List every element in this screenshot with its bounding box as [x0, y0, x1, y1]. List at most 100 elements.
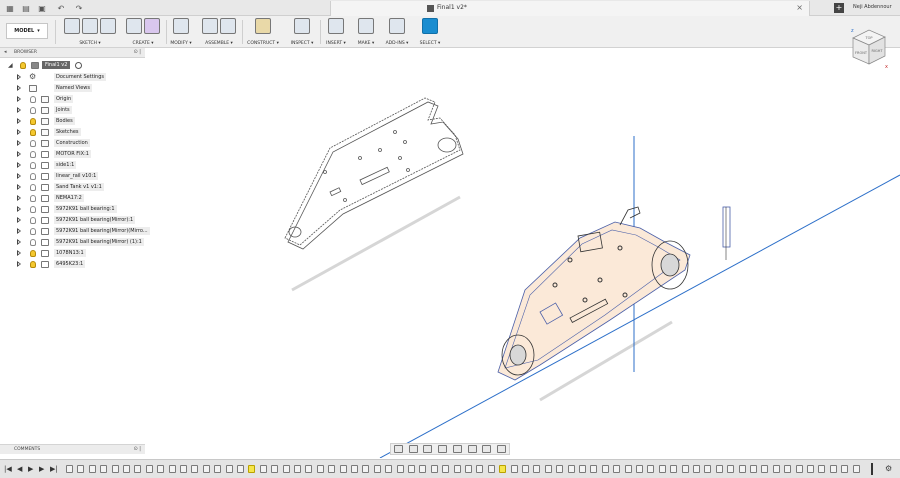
tree-row-bearing-mirror[interactable]: 5972K91 ball bearing(Mirror):1: [0, 215, 145, 226]
timeline-feature-icon[interactable]: [533, 465, 541, 473]
browser-header[interactable]: ◂ BROWSER ⊙ |: [0, 48, 145, 58]
timeline-feature-icon[interactable]: [66, 465, 73, 473]
timeline-feature-icon[interactable]: [282, 465, 290, 473]
expand-arrow-icon[interactable]: [17, 228, 21, 234]
timeline-feature-icon[interactable]: [77, 465, 85, 473]
timeline-feature-icon[interactable]: [499, 465, 507, 473]
visibility-bulb-icon[interactable]: [30, 173, 36, 180]
timeline-feature-icon[interactable]: [351, 465, 358, 473]
tree-row-bodies[interactable]: Bodies: [0, 116, 145, 127]
timeline-last-button[interactable]: ▶|: [50, 465, 58, 473]
timeline-feature-icon[interactable]: [772, 465, 780, 473]
tree-row-origin[interactable]: Origin: [0, 94, 145, 105]
expand-arrow-icon[interactable]: [17, 217, 21, 223]
timeline-feature-icon[interactable]: [168, 465, 176, 473]
timeline-feature-icon[interactable]: [237, 465, 244, 473]
form-icon[interactable]: [144, 18, 160, 34]
side-plate-wireframe[interactable]: [284, 97, 464, 250]
joint-icon[interactable]: [220, 18, 236, 34]
make-menu-label[interactable]: MAKE ▾: [352, 41, 380, 46]
expand-arrow-icon[interactable]: [17, 96, 21, 102]
timeline-feature-icon[interactable]: [784, 465, 792, 473]
timeline-feature-icon[interactable]: [339, 465, 347, 473]
timeline-feature-icon[interactable]: [829, 465, 837, 473]
user-name[interactable]: Neji Abdennour: [853, 4, 892, 10]
viewcube-right-label[interactable]: RIGHT: [872, 49, 884, 53]
expanded-arrow-icon[interactable]: ◢: [8, 62, 13, 69]
comments-options-icon[interactable]: ⊙ |: [134, 446, 141, 452]
view-cube[interactable]: TOP FRONT RIGHT z x: [843, 24, 893, 74]
visibility-bulb-icon[interactable]: [30, 261, 36, 268]
timeline-feature-icon[interactable]: [761, 465, 769, 473]
timeline-feature-icon[interactable]: [727, 465, 735, 473]
timeline-feature-icon[interactable]: [647, 465, 655, 473]
timeline-feature-icon[interactable]: [373, 465, 381, 473]
expand-arrow-icon[interactable]: [17, 184, 21, 190]
expand-arrow-icon[interactable]: [17, 129, 21, 135]
carriage-assembly[interactable]: [497, 206, 731, 381]
timeline-feature-icon[interactable]: [465, 465, 472, 473]
orbit-icon[interactable]: [393, 445, 403, 453]
timeline-feature-icon[interactable]: [807, 465, 814, 473]
visibility-bulb-icon[interactable]: [30, 96, 36, 103]
timeline-feature-icon[interactable]: [476, 465, 484, 473]
expand-arrow-icon[interactable]: [17, 107, 21, 113]
look-at-icon[interactable]: [408, 445, 418, 453]
timeline-feature-icon[interactable]: [362, 465, 370, 473]
3d-print-icon[interactable]: [358, 18, 374, 34]
visibility-bulb-icon[interactable]: [30, 107, 36, 114]
scripts-icon[interactable]: [389, 18, 405, 34]
timeline-feature-icon[interactable]: [556, 465, 564, 473]
extrude-icon[interactable]: [126, 18, 142, 34]
create-sketch-icon[interactable]: [64, 18, 80, 34]
arc-icon[interactable]: [82, 18, 98, 34]
save-icon[interactable]: ▣: [36, 3, 48, 13]
viewcube-front-label[interactable]: FRONT: [855, 51, 868, 55]
expand-arrow-icon[interactable]: [17, 118, 21, 124]
select-menu-label[interactable]: SELECT ▾: [416, 41, 444, 46]
timeline-feature-icon[interactable]: [522, 465, 529, 473]
timeline-feature-icon[interactable]: [601, 465, 609, 473]
visibility-bulb-icon[interactable]: [30, 195, 36, 202]
modify-group[interactable]: MODIFY ▾: [168, 18, 194, 46]
tree-row-joints[interactable]: Joints: [0, 105, 145, 116]
visibility-bulb-icon[interactable]: [30, 217, 36, 224]
timeline-feature-icon[interactable]: [442, 465, 450, 473]
timeline-feature-icon[interactable]: [259, 465, 267, 473]
timeline-feature-icon[interactable]: [430, 465, 438, 473]
visibility-bulb-icon[interactable]: [30, 228, 36, 235]
expand-arrow-icon[interactable]: [17, 85, 21, 91]
create-menu-label[interactable]: CREATE ▾: [122, 41, 164, 46]
insert-group[interactable]: INSERT ▾: [322, 18, 350, 46]
viewports-icon[interactable]: [497, 445, 507, 453]
measure-icon[interactable]: [294, 18, 310, 34]
timeline-feature-icon[interactable]: [818, 465, 826, 473]
modify-menu-label[interactable]: MODIFY ▾: [168, 41, 194, 46]
expand-arrow-icon[interactable]: [17, 140, 21, 146]
tree-row-named-views[interactable]: Named Views: [0, 83, 145, 94]
timeline-feature-icon[interactable]: [624, 465, 632, 473]
inspect-group[interactable]: INSPECT ▾: [286, 18, 318, 46]
timeline-feature-icon[interactable]: [487, 465, 495, 473]
timeline-feature-icon[interactable]: [453, 465, 461, 473]
tree-row-motor-fix[interactable]: MOTOR FIX:1: [0, 149, 145, 160]
visibility-bulb-icon[interactable]: [30, 250, 36, 257]
timeline-feature-icon[interactable]: [328, 465, 336, 473]
visibility-bulb-icon[interactable]: [30, 151, 36, 158]
sketch-menu-label[interactable]: SKETCH ▾: [60, 41, 120, 46]
expand-arrow-icon[interactable]: [17, 173, 21, 179]
timeline-feature-icon[interactable]: [271, 465, 279, 473]
insert-menu-label[interactable]: INSERT ▾: [322, 41, 350, 46]
timeline-feature-icon[interactable]: [157, 465, 165, 473]
new-tab-button[interactable]: +: [834, 3, 844, 13]
tree-row-1078n13[interactable]: 1078N13:1: [0, 248, 145, 259]
timeline-feature-icon[interactable]: [715, 465, 723, 473]
timeline-feature-icon[interactable]: [225, 465, 233, 473]
timeline-feature-icon[interactable]: [248, 465, 256, 473]
create-group[interactable]: CREATE ▾: [122, 18, 164, 46]
file-menu-icon[interactable]: ▤: [20, 3, 32, 13]
visibility-bulb-icon[interactable]: [20, 62, 26, 69]
timeline-play-button[interactable]: ▶: [28, 465, 33, 473]
tree-row-linear-rail[interactable]: linear_rail v10:1: [0, 171, 145, 182]
timeline-feature-icon[interactable]: [704, 465, 712, 473]
